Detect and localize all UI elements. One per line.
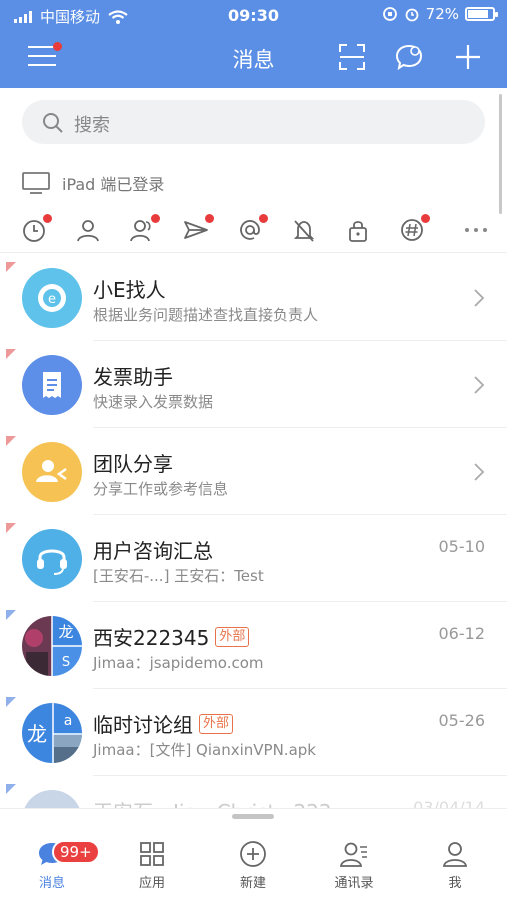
avatar-initial: S bbox=[62, 655, 70, 670]
conversation-preview: Jimaa：[文件] QianxinVPN.apk bbox=[93, 741, 316, 759]
pin-marker bbox=[6, 262, 16, 272]
conversation-name: 发票助手 bbox=[93, 365, 173, 389]
external-tag: 外部 bbox=[199, 713, 234, 734]
scrollbar[interactable] bbox=[499, 94, 502, 214]
conversation-item[interactable]: e 小E找人 根据业务问题描述查找直接负责人 bbox=[0, 254, 507, 341]
alarm-icon bbox=[405, 8, 419, 22]
group-avatar: 龙a bbox=[22, 703, 82, 763]
headset-avatar bbox=[22, 529, 82, 589]
monitor-icon bbox=[22, 172, 50, 194]
user-icon bbox=[442, 842, 468, 867]
send-icon[interactable] bbox=[182, 214, 214, 246]
group-avatar bbox=[22, 790, 82, 808]
device-login-notice[interactable]: iPad 端已登录 bbox=[22, 168, 164, 198]
divider bbox=[0, 252, 507, 253]
chat-add-icon[interactable] bbox=[394, 42, 424, 72]
chevron-right-icon bbox=[474, 289, 485, 307]
team-share-avatar bbox=[22, 442, 82, 502]
conversation-date: 03/04/14 bbox=[413, 798, 485, 808]
pin-marker bbox=[6, 349, 16, 359]
mention-icon[interactable] bbox=[236, 214, 268, 246]
conversation-date: 05-10 bbox=[438, 537, 486, 556]
search-bar[interactable]: 搜索 bbox=[22, 100, 485, 144]
unread-badge: 99+ bbox=[52, 840, 100, 864]
external-tag: 外部 bbox=[215, 626, 250, 647]
conversation-item[interactable]: 龙S 西安222345 外部 Jimaa：jsapidemo.com 06-12 bbox=[0, 602, 507, 689]
avatar-initial: a bbox=[64, 713, 73, 729]
avatar-initial: 龙 bbox=[58, 623, 73, 641]
conversation-preview: 根据业务问题描述查找直接负责人 bbox=[93, 306, 319, 324]
contacts-icon bbox=[339, 842, 367, 867]
status-bar: 中国移动 09:30 72% bbox=[0, 0, 507, 30]
mute-bell-icon[interactable] bbox=[290, 216, 320, 246]
conversation-date: 05-26 bbox=[438, 711, 486, 730]
device-login-text: iPad 端已登录 bbox=[62, 175, 165, 194]
conversation-item[interactable]: 发票助手 快速录入发票数据 bbox=[0, 341, 507, 428]
contact-icon[interactable] bbox=[74, 216, 104, 246]
conversation-preview: Jimaa：jsapidemo.com bbox=[93, 654, 264, 672]
pin-marker bbox=[6, 697, 16, 707]
tab-apps[interactable]: 应用 bbox=[112, 840, 192, 891]
conversation-preview: 分享工作或参考信息 bbox=[93, 480, 229, 498]
nav-bar: 消息 bbox=[0, 32, 507, 84]
tab-contacts[interactable]: 通讯录 bbox=[314, 840, 394, 891]
conversation-date: 06-12 bbox=[438, 624, 486, 643]
conversation-name: 小E找人 bbox=[93, 278, 166, 302]
conversation-name: 用户咨询汇总 bbox=[93, 539, 213, 563]
drag-handle[interactable] bbox=[232, 814, 274, 819]
scan-icon[interactable] bbox=[337, 42, 367, 72]
search-placeholder: 搜索 bbox=[74, 115, 110, 136]
notification-dot bbox=[151, 214, 160, 223]
pin-marker bbox=[6, 523, 16, 533]
pin-marker bbox=[6, 784, 16, 794]
notification-dot bbox=[205, 214, 214, 223]
conversation-preview: 快速录入发票数据 bbox=[93, 393, 214, 411]
app-header: 中国移动 09:30 72% 消息 bbox=[0, 0, 507, 88]
tab-new[interactable]: 新建 bbox=[213, 840, 293, 891]
plus-icon[interactable] bbox=[453, 42, 483, 72]
conversation-name: 临时讨论组 外部 bbox=[93, 709, 234, 738]
topic-icon[interactable] bbox=[398, 214, 430, 246]
pin-marker bbox=[6, 610, 16, 620]
conversation-preview: [王安石-...] 王安石：Test bbox=[93, 567, 264, 585]
invoice-avatar bbox=[22, 355, 82, 415]
plus-circle-icon bbox=[240, 841, 266, 867]
chevron-right-icon bbox=[474, 463, 485, 481]
conversation-name: 团队分享 bbox=[93, 452, 173, 476]
chevron-right-icon bbox=[474, 376, 485, 394]
battery-icon bbox=[465, 7, 498, 21]
group-avatar: 龙S bbox=[22, 616, 82, 676]
notification-dot bbox=[259, 214, 268, 223]
rotation-lock-icon bbox=[382, 7, 397, 21]
notification-dot bbox=[43, 214, 52, 223]
search-person-avatar: e bbox=[22, 268, 82, 328]
svg-text:e: e bbox=[48, 292, 56, 307]
avatar-initial: 龙 bbox=[27, 722, 47, 746]
conversation-name: 西安222345 外部 bbox=[93, 622, 250, 651]
quick-filter-bar bbox=[0, 212, 507, 250]
pin-marker bbox=[6, 436, 16, 446]
lock-icon[interactable] bbox=[344, 216, 374, 246]
search-icon bbox=[43, 113, 63, 133]
notification-dot bbox=[421, 214, 430, 223]
battery-percent: 72% bbox=[425, 5, 459, 23]
conversation-item[interactable]: 龙a 临时讨论组 外部 Jimaa：[文件] QianxinVPN.apk 05-… bbox=[0, 689, 507, 776]
conversation-item[interactable]: 用户咨询汇总 [王安石-...] 王安石：Test 05-10 bbox=[0, 515, 507, 602]
group-icon[interactable] bbox=[128, 214, 160, 246]
conversation-name: 王安石、Jia、Christy 222 bbox=[93, 796, 332, 808]
more-icon[interactable] bbox=[462, 216, 492, 246]
page-title: 消息 bbox=[232, 48, 275, 72]
grid-icon bbox=[140, 842, 164, 866]
tab-me[interactable]: 我 bbox=[415, 840, 495, 891]
conversation-item[interactable]: 王安石、Jia、Christy 222 03/04/14 bbox=[0, 776, 507, 808]
recent-icon[interactable] bbox=[20, 214, 52, 246]
conversation-item[interactable]: 团队分享 分享工作或参考信息 bbox=[0, 428, 507, 515]
